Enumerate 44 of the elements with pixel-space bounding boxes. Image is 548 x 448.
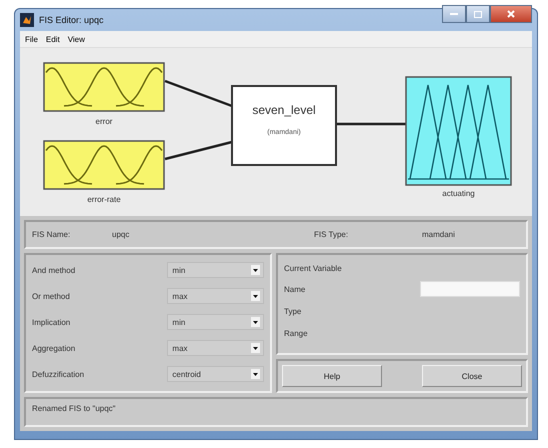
current-variable-title: Current Variable [284,264,342,273]
fis-name-value: upqc [112,230,130,239]
output-label: actuating [442,189,475,198]
input-label: error [96,117,112,126]
menu-item[interactable]: Edit [44,34,61,44]
maximize-icon [474,10,482,18]
input-label: error-rate [87,195,121,204]
method-label: Or method [32,292,71,300]
method-dropdown[interactable]: centroid [167,366,264,382]
variable-field-label: Range [284,328,308,338]
menu-item[interactable]: File [24,34,39,44]
close-icon [507,10,515,18]
maximize-button[interactable] [466,5,490,23]
variable-field-label: Name [284,284,306,294]
system-box[interactable] [231,85,337,166]
output-membership-drawing[interactable] [405,76,512,186]
method-dropdown[interactable]: min [167,262,264,278]
method-label: And method [32,266,76,274]
name-input[interactable] [420,281,520,297]
app-icon [20,13,34,27]
minimize-icon [450,12,458,16]
input-membership-drawing[interactable] [43,140,165,190]
method-dropdown[interactable]: max [167,288,264,304]
fis-type-label: FIS Type: [314,230,350,239]
method-dropdown[interactable]: min [167,314,264,330]
menu-item[interactable]: View [66,34,86,44]
method-dropdown[interactable]: max [167,340,264,356]
window-title: FIS Editor: upqc [39,15,105,25]
status-message: Renamed FIS to "upqc" [32,404,116,413]
dialog-button[interactable]: Help [282,365,382,387]
method-label: Implication [32,318,72,326]
connector-line [337,122,406,126]
fis-name-label: FIS Name: [32,230,72,239]
method-label: Aggregation [32,344,76,352]
fis-type-value: mamdani [422,230,455,239]
minimize-button[interactable] [442,5,466,23]
variable-field-label: Type [284,306,302,316]
input-membership-drawing[interactable] [43,62,165,112]
system-name: seven_level [252,103,316,117]
close-button[interactable] [490,5,532,23]
dialog-button[interactable]: Close [422,365,522,387]
connector-line [164,140,232,160]
method-label: Defuzzification [32,370,86,378]
connector-line [164,80,232,108]
